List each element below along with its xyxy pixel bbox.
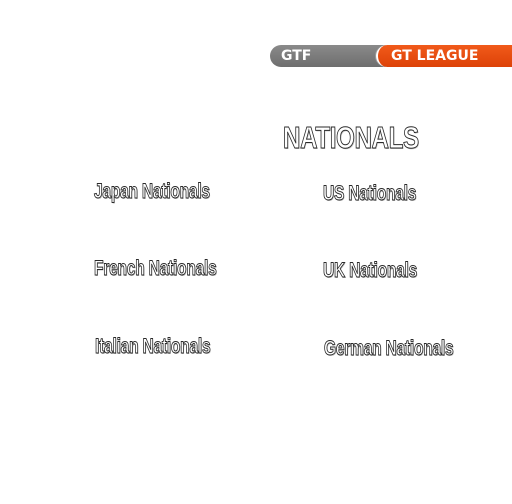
page-title: NATIONALS (283, 120, 420, 156)
tab-gtf-label: GTF (281, 48, 312, 64)
event-german-nationals[interactable]: German Nationals (324, 337, 454, 361)
event-italian-nationals[interactable]: Italian Nationals (95, 335, 211, 359)
event-french-nationals[interactable]: French Nationals (94, 257, 217, 281)
tab-gtf[interactable]: GTF (270, 45, 386, 67)
tab-gt-league-label: GT LEAGUE (391, 48, 479, 64)
tab-gt-league[interactable]: GT LEAGUE (376, 45, 512, 67)
event-uk-nationals[interactable]: UK Nationals (323, 259, 418, 283)
event-us-nationals[interactable]: US Nationals (323, 182, 417, 206)
nationals-menu-screen: GTF GT LEAGUE NATIONALS Japan Nationals … (0, 0, 512, 504)
event-japan-nationals[interactable]: Japan Nationals (94, 180, 211, 204)
